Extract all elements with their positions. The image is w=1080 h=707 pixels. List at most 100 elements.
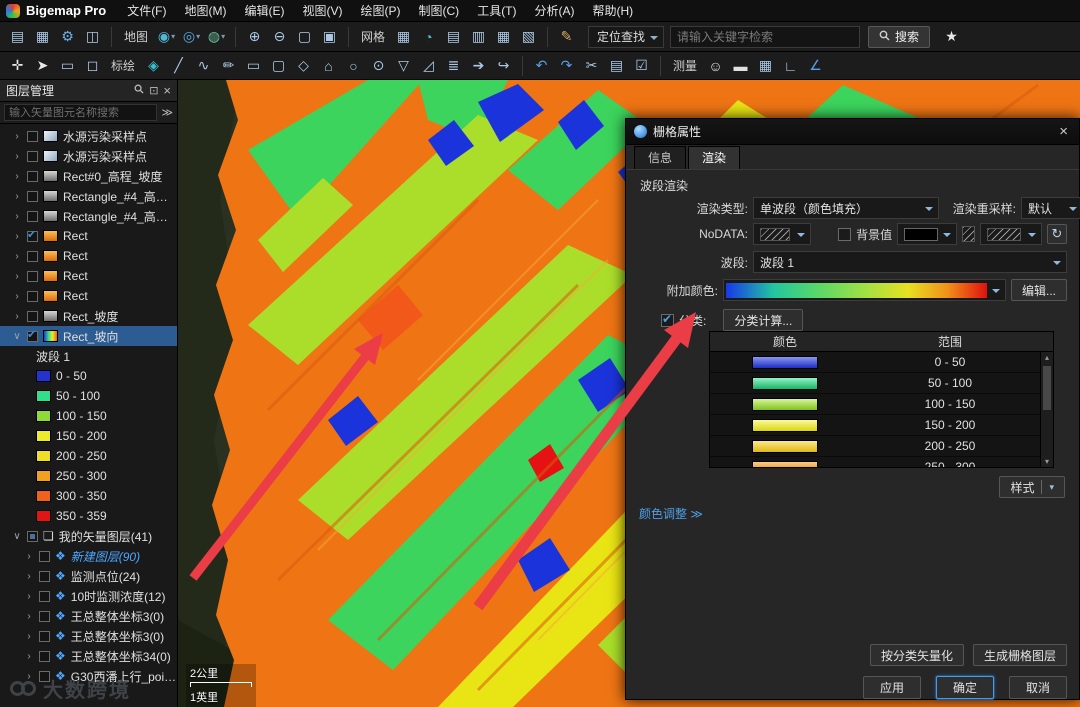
layer-visibility-checkbox[interactable] [27,250,38,262]
layer-tree-row[interactable]: › ❖ 王总整体坐标3(0) [0,606,177,626]
layer-tree-row[interactable]: 200 - 250 [0,446,177,466]
save-icon[interactable]: ▦ [31,26,54,48]
checklist-icon[interactable]: ☑ [630,55,653,77]
layer-visibility-checkbox[interactable] [27,150,38,162]
draw-polyline-icon[interactable]: ∿ [192,55,215,77]
layer-label[interactable]: Rect_坡向 [63,328,118,345]
band-select[interactable]: 波段 1 [753,251,1067,273]
expand-arrow-icon[interactable]: › [12,311,22,322]
classification-row[interactable]: 50 - 100 [710,373,1053,394]
layer-label[interactable]: Rect [63,229,88,243]
expand-arrow-icon[interactable]: › [12,211,22,222]
tab-render[interactable]: 渲染 [688,146,741,169]
history-imagery-globe-icon[interactable]: ◎ [180,26,203,48]
layer-tree-row[interactable]: › Rect [0,226,177,246]
edit-ramp-button[interactable]: 编辑... [1010,279,1067,301]
layer-visibility-checkbox[interactable] [27,328,38,342]
menu-item[interactable]: 绘图(P) [352,0,410,21]
layer-tree-row[interactable]: › Rect_坡度 [0,306,177,326]
layer-tree-row[interactable]: › Rect [0,286,177,306]
expand-arrow-icon[interactable]: › [12,191,22,202]
draw-triangle-icon[interactable]: ▽ [392,55,415,77]
layer-label[interactable]: 王总整体坐标34(0) [71,648,171,665]
expand-arrow-icon[interactable]: › [24,631,34,642]
keyword-search-input[interactable] [670,25,861,48]
expand-arrow-icon[interactable]: › [12,151,22,162]
layer-visibility-checkbox[interactable] [39,570,50,582]
draw-pentagon-icon[interactable]: ⌂ [317,55,340,77]
settings-gear-icon[interactable]: ⚙ [56,26,79,48]
layer-tree-row[interactable]: › ❖ 监测点位(24) [0,566,177,586]
cancel-button[interactable]: 取消 [1009,676,1067,699]
layer-label[interactable]: 100 - 150 [56,409,107,423]
draw-ellipse-icon[interactable]: ⊙ [367,55,390,77]
classification-row[interactable]: 100 - 150 [710,394,1053,415]
layer-label[interactable]: Rectangle_#4_高程_Le... [63,188,177,205]
table-scrollbar[interactable]: ▴ ▾ [1040,352,1053,467]
layer-tree-row[interactable]: › Rectangle_#4_高程_Le... [0,206,177,226]
background-color-select[interactable] [897,223,958,245]
layer-tree-row[interactable]: › ❖ 王总整体坐标3(0) [0,626,177,646]
slope-tool-icon[interactable]: ◿ [417,55,440,77]
stairs-tool-icon[interactable]: ≣ [442,55,465,77]
layer-tree-row[interactable]: › 水源污染采样点 [0,126,177,146]
layer-visibility-checkbox[interactable] [27,530,38,542]
expand-arrow-icon[interactable]: › [12,171,22,182]
notes-icon[interactable]: ▤ [605,55,628,77]
placemark-icon[interactable]: ◈ [142,55,165,77]
layer-visibility-checkbox[interactable] [39,610,50,622]
layer-tree-row[interactable]: 250 - 300 [0,466,177,486]
layer-label[interactable]: 10时监测浓度(12) [71,588,166,605]
layer-tree-row[interactable]: › ❖ 新建图层(90) [0,546,177,566]
menu-item[interactable]: 编辑(E) [236,0,294,21]
vectorize-by-class-button[interactable]: 按分类矢量化 [869,644,964,666]
menu-item[interactable]: 工具(T) [468,0,525,21]
timezone-globe-icon[interactable]: ◔ [417,26,440,48]
grid-icon[interactable]: ▦ [392,26,415,48]
layer-visibility-checkbox[interactable] [39,630,50,642]
layer-label[interactable]: Rect [63,249,88,263]
classification-row[interactable]: 0 - 50 [710,352,1053,373]
layer-label[interactable]: 0 - 50 [56,369,87,383]
layer-label[interactable]: 150 - 200 [56,429,107,443]
select-polygon-tool-icon[interactable]: ◻ [81,55,104,77]
layer-label[interactable]: Rect#0_高程_坡度 [63,168,162,185]
layer-tree-row[interactable]: 100 - 150 [0,406,177,426]
draw-arrow-icon[interactable]: ➔ [467,55,490,77]
layer-tree-row[interactable]: ∨ ❏ 我的矢量图层(41) [0,526,177,546]
menu-item[interactable]: 帮助(H) [584,0,643,21]
layer-visibility-checkbox[interactable] [39,650,50,662]
color-adjust-link[interactable]: 颜色调整 ≫ [639,505,703,522]
layers-globe-icon[interactable]: ◍ [205,26,228,48]
ok-button[interactable]: 确定 [936,676,994,699]
person-height-icon[interactable]: ☺ [704,55,727,77]
layer-tree-row[interactable]: ∨ Rect_坡向 [0,326,177,346]
layer-visibility-checkbox[interactable] [27,228,38,242]
layer-label[interactable]: Rectangle_#4_高程_Le... [63,208,177,225]
layer-label[interactable]: 王总整体坐标3(0) [71,608,164,625]
layer-label[interactable]: 新建图层(90) [71,548,140,565]
locate-search-select[interactable]: 定位查找 [588,25,665,48]
close-icon[interactable]: × [1056,123,1071,140]
style-button[interactable]: 样式 ▾ [999,476,1065,498]
layer-visibility-checkbox[interactable] [27,210,38,222]
generate-raster-layer-button[interactable]: 生成栅格图层 [972,644,1067,666]
layer-label[interactable]: 波段 1 [36,348,70,365]
expand-arrow-icon[interactable]: › [24,611,34,622]
right-angle-icon[interactable]: ∟ [779,55,802,77]
expand-arrow-icon[interactable]: ∨ [12,531,22,542]
layer-visibility-checkbox[interactable] [27,190,38,202]
expand-arrow-icon[interactable]: › [12,231,22,242]
zoom-rect-icon[interactable]: ▢ [293,26,316,48]
angle-measure-icon[interactable]: ∠ [804,55,827,77]
side-panel-icon[interactable]: ▧ [517,26,540,48]
draw-rounded-rect-icon[interactable]: ▢ [267,55,290,77]
menu-item[interactable]: 视图(V) [294,0,352,21]
expand-arrow-icon[interactable]: › [12,271,22,282]
layer-label[interactable]: 350 - 359 [56,509,107,523]
dialog-titlebar[interactable]: 栅格属性 × [626,119,1079,145]
layer-label[interactable]: 水源污染采样点 [63,148,147,165]
panel-close-icon[interactable]: × [163,83,171,98]
ruler-icon[interactable]: ▬ [729,55,752,77]
panel-search-icon[interactable] [134,84,144,97]
